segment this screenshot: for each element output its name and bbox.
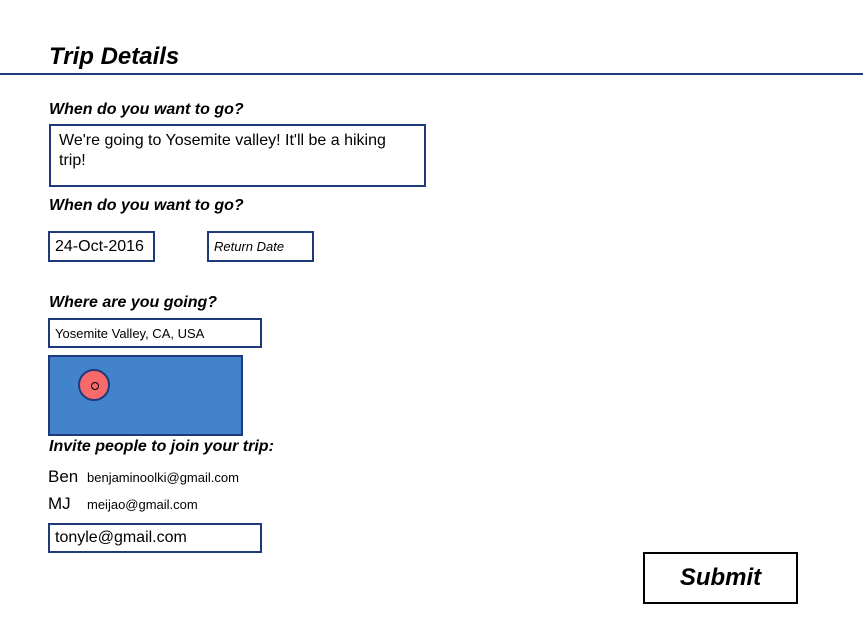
map-pin-icon[interactable] xyxy=(78,369,110,401)
destination-label: Where are you going? xyxy=(49,294,218,311)
invitee-row: Ben benjaminoolki@gmail.com xyxy=(48,467,239,489)
departure-date-input[interactable] xyxy=(48,231,155,262)
destination-map[interactable] xyxy=(48,355,243,436)
dates-label: When do you want to go? xyxy=(49,197,244,214)
map-pin-center xyxy=(91,382,99,390)
invite-email-input[interactable] xyxy=(48,523,262,553)
invitee-email: meijao@gmail.com xyxy=(87,497,198,512)
invitee-name: Ben xyxy=(48,467,79,486)
invite-label: Invite people to join your trip: xyxy=(49,438,274,455)
invitee-email: benjaminoolki@gmail.com xyxy=(87,470,239,485)
title-divider xyxy=(0,73,863,75)
return-date-input[interactable] xyxy=(207,231,314,262)
trip-description-field[interactable]: We're going to Yosemite valley! It'll be… xyxy=(49,124,426,187)
invitee-name: MJ xyxy=(48,494,71,513)
destination-input[interactable] xyxy=(48,318,262,348)
description-label: When do you want to go? xyxy=(49,101,244,118)
submit-button[interactable]: Submit xyxy=(643,552,798,604)
invitee-row: MJ meijao@gmail.com xyxy=(48,494,198,516)
trip-details-page: Trip Details When do you want to go? We'… xyxy=(0,0,868,630)
page-title: Trip Details xyxy=(49,43,180,70)
